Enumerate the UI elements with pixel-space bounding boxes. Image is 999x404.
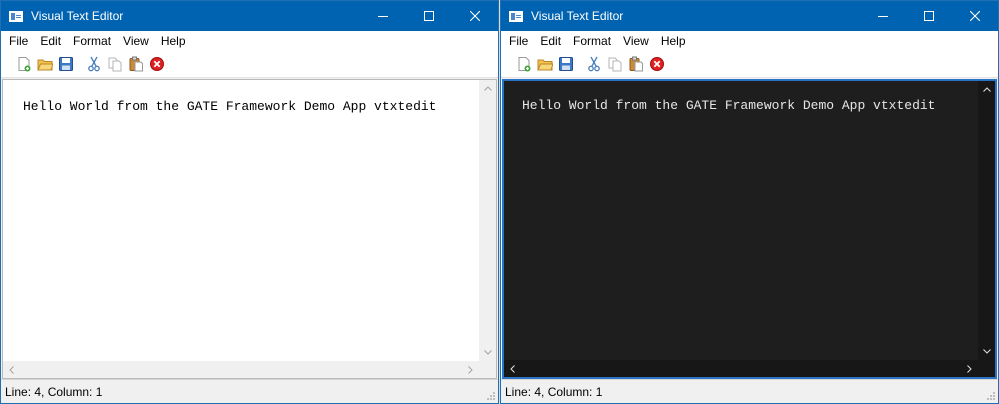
copy-button[interactable]	[605, 54, 625, 74]
cut-icon	[588, 56, 600, 72]
maximize-icon	[424, 11, 434, 21]
paste-icon	[129, 56, 143, 72]
text-editor-area[interactable]: Hello World from the GATE Framework Demo…	[502, 79, 997, 379]
close-button[interactable]	[452, 1, 498, 31]
cut-button[interactable]	[84, 54, 104, 74]
paste-icon	[629, 56, 643, 72]
open-button[interactable]	[35, 54, 55, 74]
scroll-up-button[interactable]	[479, 80, 496, 97]
open-button[interactable]	[535, 54, 555, 74]
scroll-corner	[479, 361, 496, 378]
close-document-icon	[650, 57, 664, 71]
new-file-icon	[18, 57, 31, 72]
editor-content: Hello World from the GATE Framework Demo…	[522, 98, 936, 113]
title-bar[interactable]: Visual Text Editor	[1, 1, 498, 31]
scroll-corner	[978, 360, 995, 377]
vertical-scrollbar[interactable]	[479, 80, 496, 361]
resize-grip-icon[interactable]	[986, 391, 996, 401]
paste-button[interactable]	[626, 54, 646, 74]
menu-view[interactable]: View	[617, 31, 655, 51]
cut-icon	[88, 56, 100, 72]
menu-format[interactable]: Format	[67, 31, 117, 51]
new-file-button[interactable]	[514, 54, 534, 74]
menu-bar: File Edit Format View Help	[1, 31, 498, 51]
minimize-button[interactable]	[360, 1, 406, 31]
window-title: Visual Text Editor	[31, 9, 124, 23]
chevron-left-icon	[510, 364, 515, 373]
open-folder-icon	[37, 59, 53, 71]
close-icon	[470, 11, 480, 21]
save-button[interactable]	[56, 54, 76, 74]
status-bar: Line: 4, Column: 1	[1, 379, 498, 403]
minimize-icon	[878, 16, 888, 17]
save-button[interactable]	[556, 54, 576, 74]
scroll-down-button[interactable]	[479, 344, 496, 361]
save-icon	[559, 57, 573, 71]
status-bar: Line: 4, Column: 1	[501, 379, 998, 403]
title-bar[interactable]: Visual Text Editor	[501, 1, 998, 31]
editor-content: Hello World from the GATE Framework Demo…	[23, 99, 437, 114]
menu-edit[interactable]: Edit	[34, 31, 67, 51]
toolbar	[501, 51, 998, 78]
scroll-left-button[interactable]	[504, 360, 521, 377]
chevron-up-icon	[982, 87, 991, 92]
scroll-left-button[interactable]	[3, 361, 20, 378]
vertical-scrollbar[interactable]	[978, 81, 995, 360]
menu-edit[interactable]: Edit	[534, 31, 567, 51]
paste-button[interactable]	[126, 54, 146, 74]
maximize-icon	[924, 11, 934, 21]
new-file-icon	[518, 57, 531, 72]
maximize-button[interactable]	[906, 1, 952, 31]
scroll-right-button[interactable]	[961, 360, 978, 377]
editor-window-light: Visual Text Editor File Edit Format View…	[0, 0, 499, 404]
minimize-button[interactable]	[860, 1, 906, 31]
app-icon	[9, 10, 23, 22]
save-icon	[59, 57, 73, 71]
copy-icon	[608, 57, 622, 72]
resize-grip-icon[interactable]	[486, 391, 496, 401]
cursor-position: Line: 4, Column: 1	[5, 384, 103, 399]
app-icon	[509, 10, 523, 22]
menu-file[interactable]: File	[503, 31, 534, 51]
cursor-position: Line: 4, Column: 1	[505, 384, 603, 399]
close-button[interactable]	[952, 1, 998, 31]
chevron-left-icon	[9, 365, 14, 374]
scroll-up-button[interactable]	[978, 81, 995, 98]
copy-button[interactable]	[105, 54, 125, 74]
menu-view[interactable]: View	[117, 31, 155, 51]
scroll-right-button[interactable]	[462, 361, 479, 378]
minimize-icon	[378, 16, 388, 17]
copy-icon	[108, 57, 122, 72]
chevron-up-icon	[483, 86, 492, 91]
menu-help[interactable]: Help	[655, 31, 692, 51]
close-document-icon	[150, 57, 164, 71]
menu-help[interactable]: Help	[155, 31, 192, 51]
chevron-right-icon	[468, 365, 473, 374]
open-folder-icon	[537, 59, 553, 71]
close-icon	[970, 11, 980, 21]
chevron-right-icon	[967, 364, 972, 373]
cut-button[interactable]	[584, 54, 604, 74]
menu-file[interactable]: File	[3, 31, 34, 51]
chevron-down-icon	[982, 349, 991, 354]
text-editor-area[interactable]: Hello World from the GATE Framework Demo…	[2, 79, 497, 379]
scroll-down-button[interactable]	[978, 343, 995, 360]
menu-format[interactable]: Format	[567, 31, 617, 51]
maximize-button[interactable]	[406, 1, 452, 31]
close-document-button[interactable]	[147, 54, 167, 74]
toolbar	[1, 51, 498, 78]
chevron-down-icon	[483, 350, 492, 355]
horizontal-scrollbar[interactable]	[504, 360, 978, 377]
new-file-button[interactable]	[14, 54, 34, 74]
menu-bar: File Edit Format View Help	[501, 31, 998, 51]
horizontal-scrollbar[interactable]	[3, 361, 479, 378]
window-title: Visual Text Editor	[531, 9, 624, 23]
editor-window-dark: Visual Text Editor File Edit Format View…	[500, 0, 999, 404]
close-document-button[interactable]	[647, 54, 667, 74]
